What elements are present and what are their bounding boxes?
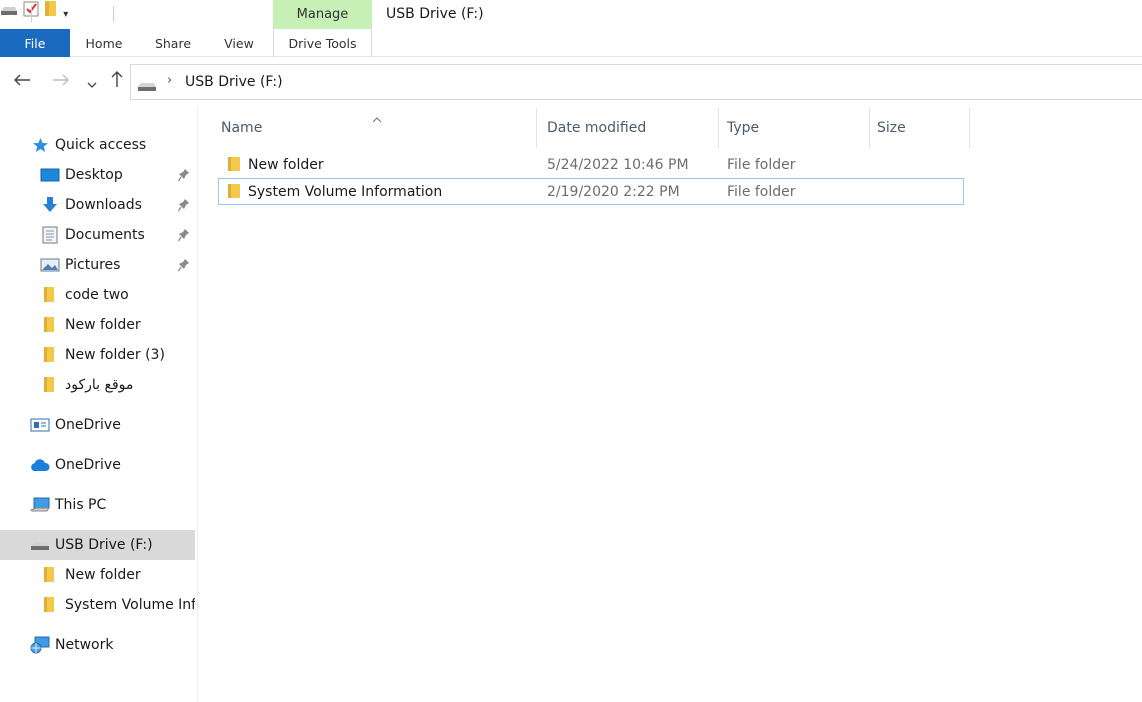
sidebar-item-folder[interactable]: New folder	[0, 310, 195, 340]
pin-icon[interactable]	[177, 168, 190, 186]
tab-file[interactable]: File	[0, 29, 70, 57]
navigation-pane: Quick access Desktop Downloads Documents	[0, 106, 198, 702]
sidebar-item-label: Network	[55, 637, 114, 653]
pin-icon[interactable]	[177, 198, 190, 216]
sidebar-item-label: OneDrive	[55, 457, 121, 473]
sidebar-item-documents[interactable]: Documents	[0, 220, 195, 250]
table-row[interactable]: New folder 5/24/2022 10:46 PM File folde…	[218, 152, 964, 179]
column-header-name[interactable]: Name	[215, 108, 537, 148]
sidebar-item-this-pc[interactable]: This PC	[0, 490, 195, 520]
folder-icon	[43, 316, 55, 337]
ribbon-tabs: File Home Share View Drive Tools	[0, 29, 1142, 57]
address-bar[interactable]: › USB Drive (F:)	[130, 64, 1142, 100]
customize-dropdown-icon[interactable]: ▾	[63, 9, 68, 20]
documents-icon	[42, 226, 58, 248]
sidebar-item-label: New folder (3)	[65, 347, 165, 363]
folder-icon	[43, 346, 55, 367]
tab-home[interactable]: Home	[70, 29, 138, 57]
folder-icon	[43, 596, 55, 617]
back-arrow-icon[interactable]	[13, 72, 31, 92]
file-type: File folder	[727, 157, 796, 173]
sidebar-item-onedrive[interactable]: OneDrive	[0, 450, 195, 480]
column-header-label: Size	[877, 120, 906, 136]
cloud-icon	[30, 459, 50, 476]
folder-icon	[43, 376, 55, 397]
folder-icon	[227, 156, 241, 177]
sidebar-item-desktop[interactable]: Desktop	[0, 160, 195, 190]
new-folder-icon[interactable]	[44, 1, 63, 21]
folder-icon	[43, 566, 55, 587]
drive-icon	[137, 78, 157, 97]
properties-check-icon[interactable]	[23, 1, 44, 21]
pictures-icon	[40, 258, 60, 276]
window-title: USB Drive (F:)	[386, 6, 484, 22]
file-date-modified: 5/24/2022 10:46 PM	[547, 157, 689, 173]
sidebar-item-label: code two	[65, 287, 129, 303]
column-header-label: Name	[221, 120, 263, 136]
sidebar-item-folder[interactable]: موقع باركود	[0, 370, 195, 400]
sidebar-item-folder[interactable]: code two	[0, 280, 195, 310]
up-arrow-icon[interactable]	[110, 70, 124, 93]
column-header-type[interactable]: Type	[720, 108, 870, 148]
file-name: System Volume Information	[248, 184, 443, 200]
file-date-modified: 2/19/2020 2:22 PM	[547, 184, 680, 200]
sidebar-item-folder[interactable]: New folder (3)	[0, 340, 195, 370]
manage-context-group: Manage	[273, 0, 372, 29]
computer-icon	[30, 497, 50, 518]
sidebar-item-label: New folder	[65, 317, 141, 333]
file-type: File folder	[727, 184, 796, 200]
sidebar-item-usb-drive[interactable]: USB Drive (F:)	[0, 530, 195, 560]
folder-icon	[227, 183, 241, 204]
sidebar-item-label: Pictures	[65, 257, 121, 273]
network-icon	[30, 636, 50, 658]
star-icon	[32, 137, 49, 157]
sidebar-item-label: Downloads	[65, 197, 142, 213]
breadcrumb-separator[interactable]: ›	[167, 73, 172, 88]
sidebar-item-label: USB Drive (F:)	[55, 537, 153, 553]
pin-icon[interactable]	[177, 228, 190, 246]
recent-locations-chevron-icon[interactable]	[87, 74, 97, 94]
column-header-date-modified[interactable]: Date modified	[540, 108, 719, 148]
column-header-label: Type	[727, 120, 760, 136]
tab-view[interactable]: View	[208, 29, 270, 57]
sidebar-item-folder[interactable]: System Volume Information	[0, 590, 195, 620]
sidebar-item-label: Desktop	[65, 167, 123, 183]
sidebar-item-pictures[interactable]: Pictures	[0, 250, 195, 280]
sidebar-item-label: New folder	[65, 567, 141, 583]
sidebar-item-label: موقع باركود	[65, 377, 134, 393]
drive-icon[interactable]	[0, 2, 23, 21]
sidebar-item-label: This PC	[55, 497, 107, 513]
table-row[interactable]: System Volume Information 2/19/2020 2:22…	[218, 178, 964, 205]
sidebar-item-quick-access[interactable]: Quick access	[0, 130, 195, 160]
tab-drive-tools[interactable]: Drive Tools	[273, 29, 372, 57]
file-list: Name Date modified Type Size New folder …	[199, 106, 1142, 702]
sidebar-item-label: Documents	[65, 227, 145, 243]
sidebar-item-folder[interactable]: New folder	[0, 560, 195, 590]
toolbar-divider	[31, 6, 32, 22]
navigation-bar: › USB Drive (F:)	[0, 58, 1142, 106]
sidebar-item-label: Quick access	[55, 137, 147, 153]
tab-share[interactable]: Share	[140, 29, 206, 57]
drive-icon	[30, 540, 50, 556]
sidebar-item-network[interactable]: Network	[0, 630, 195, 660]
pin-icon[interactable]	[177, 258, 190, 276]
sidebar-item-downloads[interactable]: Downloads	[0, 190, 195, 220]
desktop-icon	[40, 168, 60, 186]
column-header-size[interactable]: Size	[870, 108, 970, 148]
onedrive-folder-icon	[30, 418, 50, 436]
toolbar-divider	[113, 6, 114, 22]
sidebar-item-onedrive[interactable]: OneDrive	[0, 410, 195, 440]
folder-icon	[43, 286, 55, 307]
file-name: New folder	[248, 157, 324, 173]
download-icon	[41, 196, 59, 218]
forward-arrow-icon[interactable]	[52, 72, 70, 92]
sidebar-item-label: OneDrive	[55, 417, 121, 433]
sidebar-item-label: System Volume Information	[65, 597, 195, 613]
title-bar: ▾ Manage USB Drive (F:)	[0, 0, 1142, 29]
column-header-label: Date modified	[547, 120, 647, 136]
breadcrumb-usb-drive[interactable]: USB Drive (F:)	[185, 74, 283, 90]
